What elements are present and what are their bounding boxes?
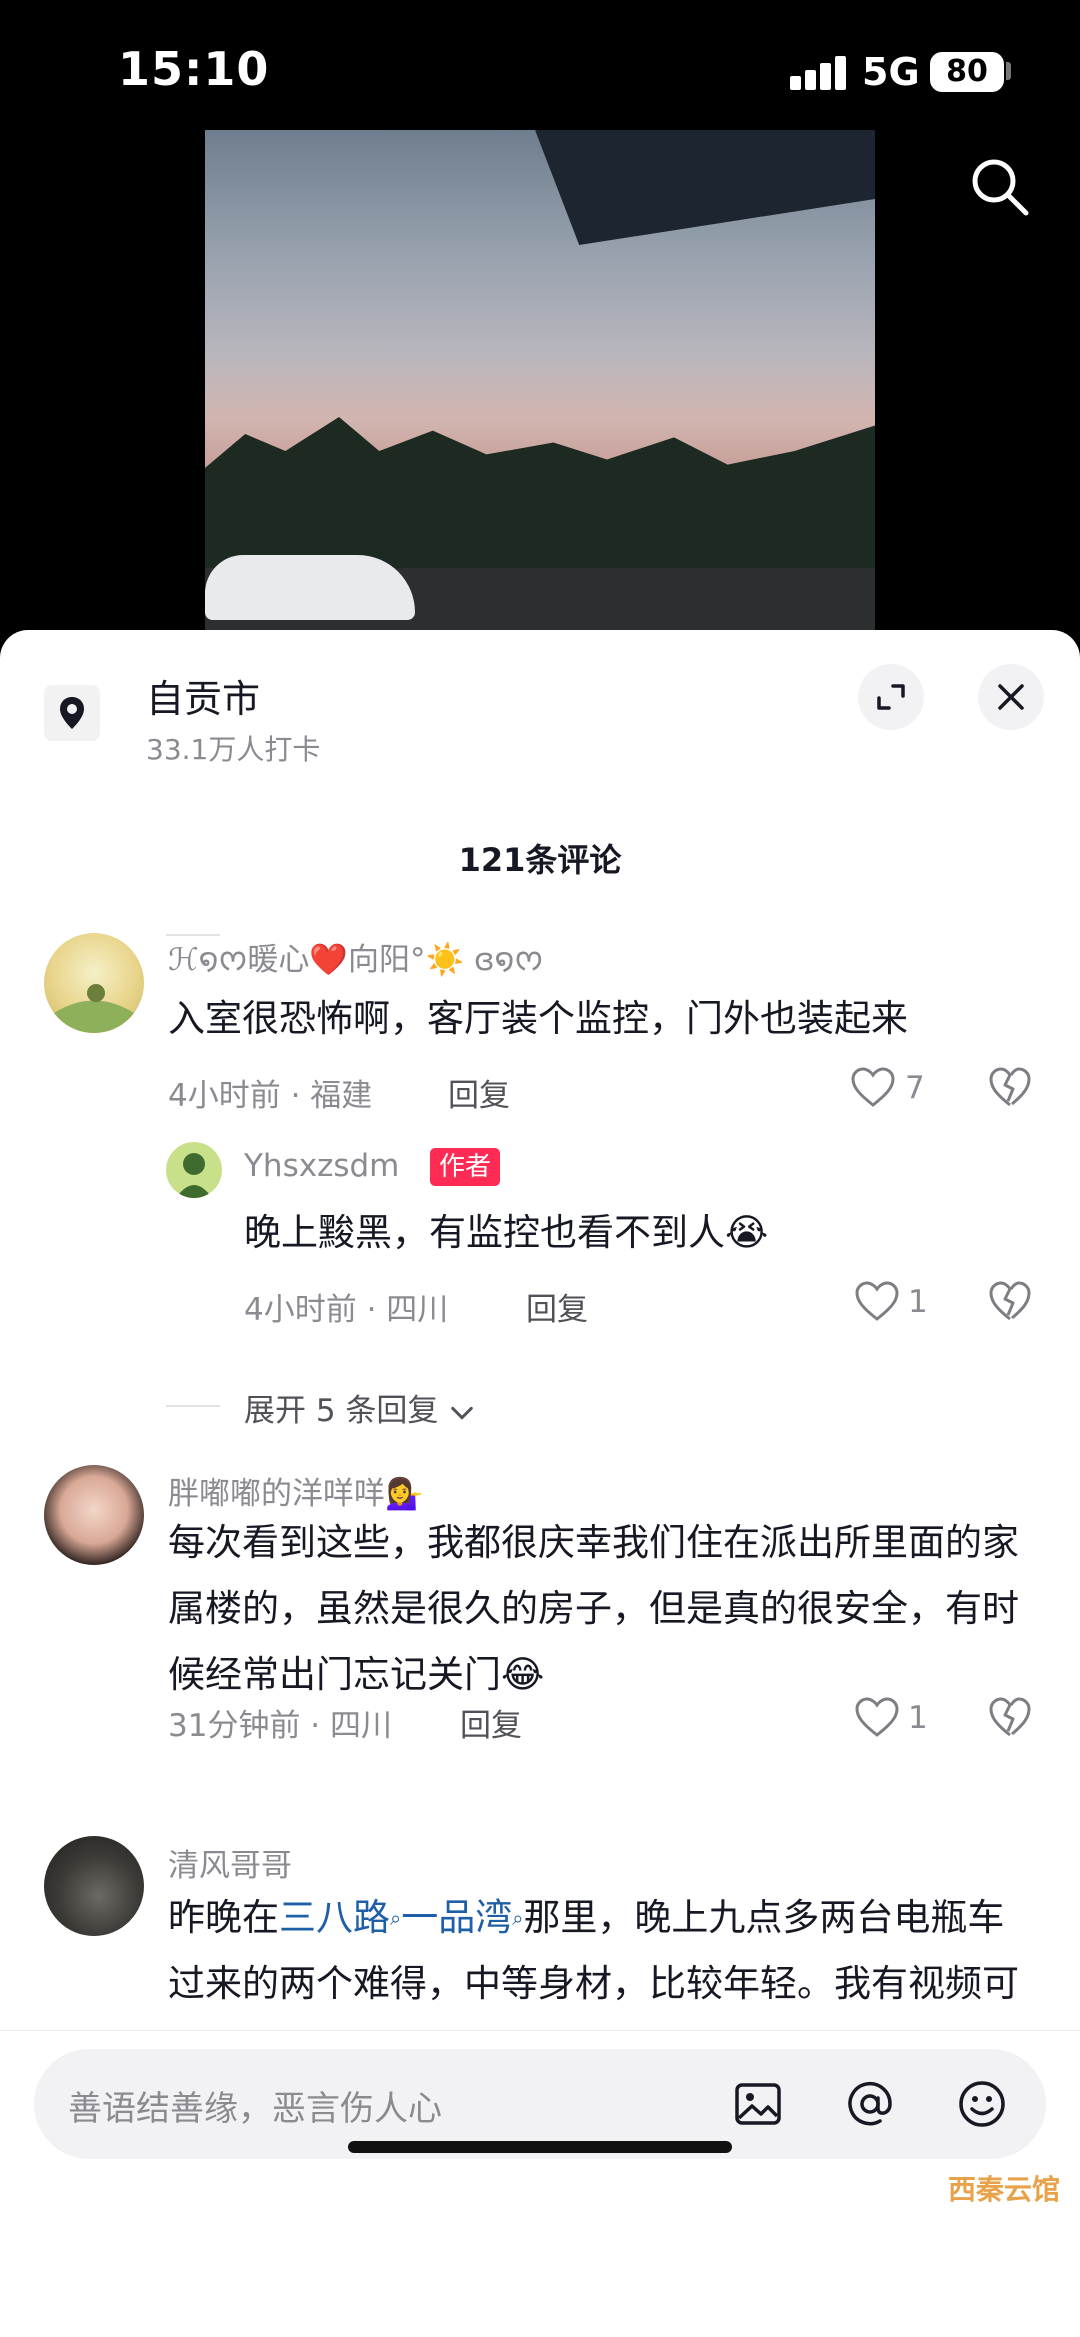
heart-icon[interactable]: [850, 1066, 896, 1108]
photo-car: [205, 555, 415, 620]
location-pin-icon: [44, 685, 100, 741]
divider-line: [166, 934, 220, 936]
search-icon[interactable]: [968, 155, 1030, 217]
chevron-down-icon: [451, 1406, 474, 1420]
reply-button[interactable]: 回复: [526, 1284, 588, 1329]
reply-button[interactable]: 回复: [460, 1700, 522, 1745]
emoji-icon[interactable]: [954, 2076, 1010, 2132]
search-mark-icon: ⌕: [512, 1906, 524, 1930]
avatar[interactable]: [44, 1836, 144, 1936]
comment-text: 每次看到这些，我都很庆幸我们住在派出所里面的家属楼的，虽然是很久的房子，但是真的…: [168, 1521, 1019, 1696]
comment-username[interactable]: ℋ໑ᰔ暖心❤️向阳°☀️ ɞ໑ᰔ: [168, 934, 543, 984]
status-bar: 15:10 5G 80: [0, 0, 1080, 130]
heart-icon[interactable]: [854, 1280, 900, 1322]
comment-meta: 31分钟前 · 四川: [168, 1708, 393, 1744]
expand-replies-button[interactable]: 展开 5 条回复: [244, 1385, 476, 1430]
like-count: 1: [908, 1700, 928, 1736]
home-indicator[interactable]: [348, 2141, 732, 2153]
expand-button[interactable]: [858, 664, 924, 730]
reply-username[interactable]: Yhsxzsdm: [244, 1148, 399, 1184]
reply-meta: 4小时前 · 四川: [244, 1292, 449, 1328]
input-placeholder: 善语结善缘，恶言伤人心: [68, 2089, 442, 2129]
expand-divider: [166, 1405, 220, 1407]
network-label: 5G: [862, 50, 920, 94]
location-name[interactable]: 自贡市: [146, 668, 260, 723]
photo-trees: [205, 417, 875, 570]
comment-meta: 4小时前 · 福建: [168, 1078, 373, 1114]
author-badge: 作者: [430, 1148, 501, 1186]
heart-icon[interactable]: [854, 1696, 900, 1738]
location-link[interactable]: 三八路: [279, 1896, 390, 1939]
search-mark-icon: ⌕: [390, 1906, 402, 1930]
comment-count: 121条评论: [458, 841, 622, 879]
comment-sheet: 自贡市 33.1万人打卡 121条评论 ℋ໑ᰔ暖心❤️向阳°☀️ ɞ໑ᰔ 入室很…: [0, 630, 1080, 2337]
reply-text: 晚上黢黑，有监控也看不到人😭: [244, 1211, 769, 1254]
location-checkins: 33.1万人打卡: [146, 733, 321, 766]
mention-icon[interactable]: [842, 2076, 898, 2132]
location-link[interactable]: 一品湾: [401, 1896, 512, 1939]
battery-cap: [1006, 62, 1011, 80]
avatar[interactable]: [44, 933, 144, 1033]
reply-avatar[interactable]: [166, 1142, 222, 1198]
comment-username[interactable]: 胖嘟嘟的洋咩咩💁‍♀️: [168, 1468, 424, 1513]
close-button[interactable]: [978, 664, 1044, 730]
close-icon: [998, 684, 1024, 710]
comment-text: 入室很恐怖啊，客厅装个监控，门外也装起来: [168, 997, 908, 1040]
status-time: 15:10: [118, 42, 270, 96]
avatar[interactable]: [44, 1465, 144, 1565]
comment-input-bar: 善语结善缘，恶言伤人心: [0, 2030, 1080, 2337]
reply-button[interactable]: 回复: [448, 1070, 510, 1115]
dislike-icon[interactable]: [988, 1696, 1032, 1738]
expand-replies-label: 展开 5 条回复: [244, 1393, 439, 1429]
like-count: 1: [908, 1284, 928, 1320]
comment-text-part: 昨晚在: [168, 1896, 279, 1939]
watermark: 西秦云馆: [948, 2173, 1061, 2206]
dislike-icon[interactable]: [988, 1280, 1032, 1322]
like-count: 7: [905, 1070, 925, 1106]
image-icon[interactable]: [730, 2076, 786, 2132]
battery-icon: 80: [930, 52, 1004, 92]
comment-username[interactable]: 清风哥哥: [168, 1840, 292, 1885]
photo-roof: [535, 130, 875, 245]
dislike-icon[interactable]: [988, 1066, 1032, 1108]
signal-icon: [790, 54, 846, 90]
post-photo[interactable]: [205, 130, 875, 630]
expand-icon: [877, 684, 905, 710]
